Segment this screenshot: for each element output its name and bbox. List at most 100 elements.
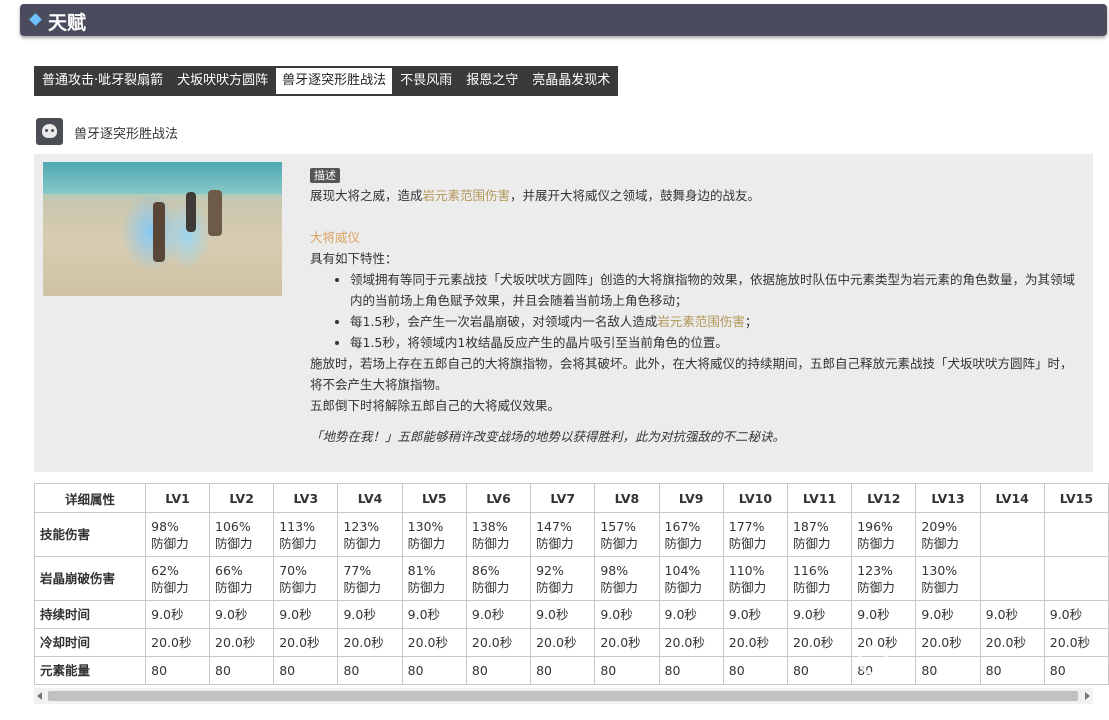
table-cell: 98% 防御力 <box>145 512 211 557</box>
table-cell: 80 <box>722 656 788 685</box>
tab-passive-2[interactable]: 报恩之守 <box>459 67 525 95</box>
table-cell: 9.0秒 <box>915 600 981 629</box>
scrollbar-thumb[interactable] <box>48 691 1078 701</box>
row-label: 技能伤害 <box>33 512 147 557</box>
level-header: LV15 <box>1043 483 1109 513</box>
table-cell: 9.0秒 <box>530 600 596 629</box>
table-cell: 187% 防御力 <box>786 512 853 557</box>
subtitle-general-glory: 大将威仪 <box>310 230 361 245</box>
tab-elemental-skill[interactable]: 犬坂吠吠方圆阵 <box>170 67 275 95</box>
table-cell: 20.0秒 <box>145 628 211 657</box>
table-cell: 138% 防御力 <box>465 512 532 557</box>
level-header: LV11 <box>786 483 853 513</box>
table-cell: 196% 防御力 <box>851 512 917 557</box>
horizontal-scrollbar[interactable] <box>34 688 1093 704</box>
table-cell: 9.0秒 <box>145 600 211 629</box>
table-cell: 9.0秒 <box>337 600 403 629</box>
table-cell: 130% 防御力 <box>401 512 467 557</box>
table-cell: 80 <box>786 656 853 685</box>
table-cell: 86% 防御力 <box>465 556 532 601</box>
table-cell: 9.0秒 <box>979 600 1045 629</box>
row-label: 岩晶崩破伤害 <box>33 556 147 601</box>
table-cell: 20.0秒 <box>722 628 788 657</box>
geo-damage-highlight: 岩元素范围伤害 <box>422 188 511 203</box>
table-cell: 80 <box>594 656 660 685</box>
column-header: 详细属性 <box>33 483 147 513</box>
table-cell: 80 <box>465 656 532 685</box>
level-header: LV6 <box>465 483 532 513</box>
table-cell: 157% 防御力 <box>594 512 660 557</box>
table-cell: 20.0秒 <box>209 628 275 657</box>
table-cell: 209% 防御力 <box>915 512 981 557</box>
flavor-quote: 「地势在我！」五郎能够稍许改变战场的地势以获得胜利，此为对抗强敌的不二秘诀。 <box>310 429 786 444</box>
table-cell <box>1043 556 1109 601</box>
level-header: LV13 <box>915 483 981 513</box>
diamond-icon <box>29 13 42 26</box>
table-cell: 70% 防御力 <box>273 556 339 601</box>
skill-name: 兽牙逐突形胜战法 <box>74 127 179 142</box>
table-cell: 81% 防御力 <box>401 556 467 601</box>
tab-passive-1[interactable]: 不畏风雨 <box>393 67 459 95</box>
table-cell: 9.0秒 <box>209 600 275 629</box>
traits-list: 领域拥有等同于元素战技「犬坂吠吠方圆阵」创造的大将旗指物的效果，依据施放时队伍中… <box>310 269 1080 353</box>
table-cell: 9.0秒 <box>1043 600 1109 629</box>
table-cell: 123% 防御力 <box>851 556 917 601</box>
level-header: LV8 <box>594 483 660 513</box>
level-header: LV12 <box>851 483 917 513</box>
section-title: 天赋 <box>48 12 87 34</box>
table-cell: 20.0秒 <box>273 628 339 657</box>
tab-elemental-burst[interactable]: 兽牙逐突形胜战法 <box>275 67 394 95</box>
table-cell: 80 <box>273 656 339 685</box>
table-cell: 20.0秒 <box>594 628 660 657</box>
table-cell: 20.0秒 <box>786 628 853 657</box>
skill-description: 描述 展现大将之威，造成岩元素范围伤害，并展开大将威仪之领域，鼓舞身边的战友。 … <box>310 164 1080 447</box>
talent-tabs: 普通攻击·呲牙裂扇箭 犬坂吠吠方圆阵 兽牙逐突形胜战法 不畏风雨 报恩之守 亮晶… <box>34 66 619 96</box>
level-header: LV7 <box>530 483 596 513</box>
table-cell: 9.0秒 <box>722 600 788 629</box>
scroll-right-icon[interactable] <box>1085 692 1090 700</box>
table-cell <box>979 556 1045 601</box>
table-cell: 9.0秒 <box>594 600 660 629</box>
description-badge: 描述 <box>310 168 340 183</box>
table-cell: 80 <box>209 656 275 685</box>
table-cell: 20.0秒 <box>465 628 532 657</box>
table-cell: 130% 防御力 <box>915 556 981 601</box>
table-cell: 9.0秒 <box>465 600 532 629</box>
trait-item: 每1.5秒，会产生一次岩晶崩破，对领域内一名敌人造成岩元素范围伤害； <box>350 311 1080 332</box>
trait-item: 每1.5秒，将领域内1枚结晶反应产生的晶片吸引至当前角色的位置。 <box>350 332 1080 353</box>
traits-intro: 具有如下特性： <box>310 251 398 266</box>
row-label: 持续时间 <box>33 600 147 629</box>
desc-line: 展现大将之威，造成岩元素范围伤害，并展开大将威仪之领域，鼓舞身边的战友。 <box>310 188 761 203</box>
table-header-row: 详细属性 LV1 LV2 LV3 LV4 LV5 LV6 LV7 LV8 LV9 LV10 LV11… <box>33 483 1109 513</box>
table-cell: 80 <box>658 656 724 685</box>
table-row: 岩晶崩破伤害 62% 防御力 66% 防御力 70% 防御力 77% 防御力 81% 防御… <box>33 556 1109 601</box>
table-cell: 9.0秒 <box>401 600 467 629</box>
level-header: LV3 <box>273 483 339 513</box>
table-cell: 80 <box>337 656 403 685</box>
table-cell: 9.0秒 <box>658 600 724 629</box>
table-cell: 106% 防御力 <box>209 512 275 557</box>
table-row: 技能伤害 98% 防御力 106% 防御力 113% 防御力 123% 防御力 130% … <box>33 512 1109 557</box>
table-cell: 20.0秒 <box>658 628 724 657</box>
table-cell: 98% 防御力 <box>594 556 660 601</box>
desc-paragraph: 施放时，若场上存在五郎自己的大将旗指物，会将其破坏。此外，在大将威仪的持续期间，… <box>310 356 1073 392</box>
dog-face-icon <box>36 118 63 145</box>
table-cell <box>1043 512 1109 557</box>
row-label: 冷却时间 <box>33 628 147 657</box>
scroll-left-icon[interactable] <box>37 692 42 700</box>
tab-passive-3[interactable]: 亮晶晶发现术 <box>525 67 617 95</box>
trait-item: 领域拥有等同于元素战技「犬坂吠吠方圆阵」创造的大将旗指物的效果，依据施放时队伍中… <box>350 269 1080 311</box>
table-cell: 77% 防御力 <box>337 556 403 601</box>
table-cell: 80 <box>401 656 467 685</box>
table-cell: 104% 防御力 <box>658 556 724 601</box>
table-cell: 80 <box>530 656 596 685</box>
level-header: LV9 <box>658 483 724 513</box>
tab-normal-attack[interactable]: 普通攻击·呲牙裂扇箭 <box>35 67 170 95</box>
table-cell: 20.0秒 <box>530 628 596 657</box>
table-cell: 177% 防御力 <box>722 512 788 557</box>
section-header: 天赋 <box>20 4 1107 36</box>
table-cell: 9.0秒 <box>786 600 853 629</box>
table-cell: 66% 防御力 <box>209 556 275 601</box>
table-cell: 80 <box>145 656 211 685</box>
skill-preview-image <box>43 162 282 296</box>
